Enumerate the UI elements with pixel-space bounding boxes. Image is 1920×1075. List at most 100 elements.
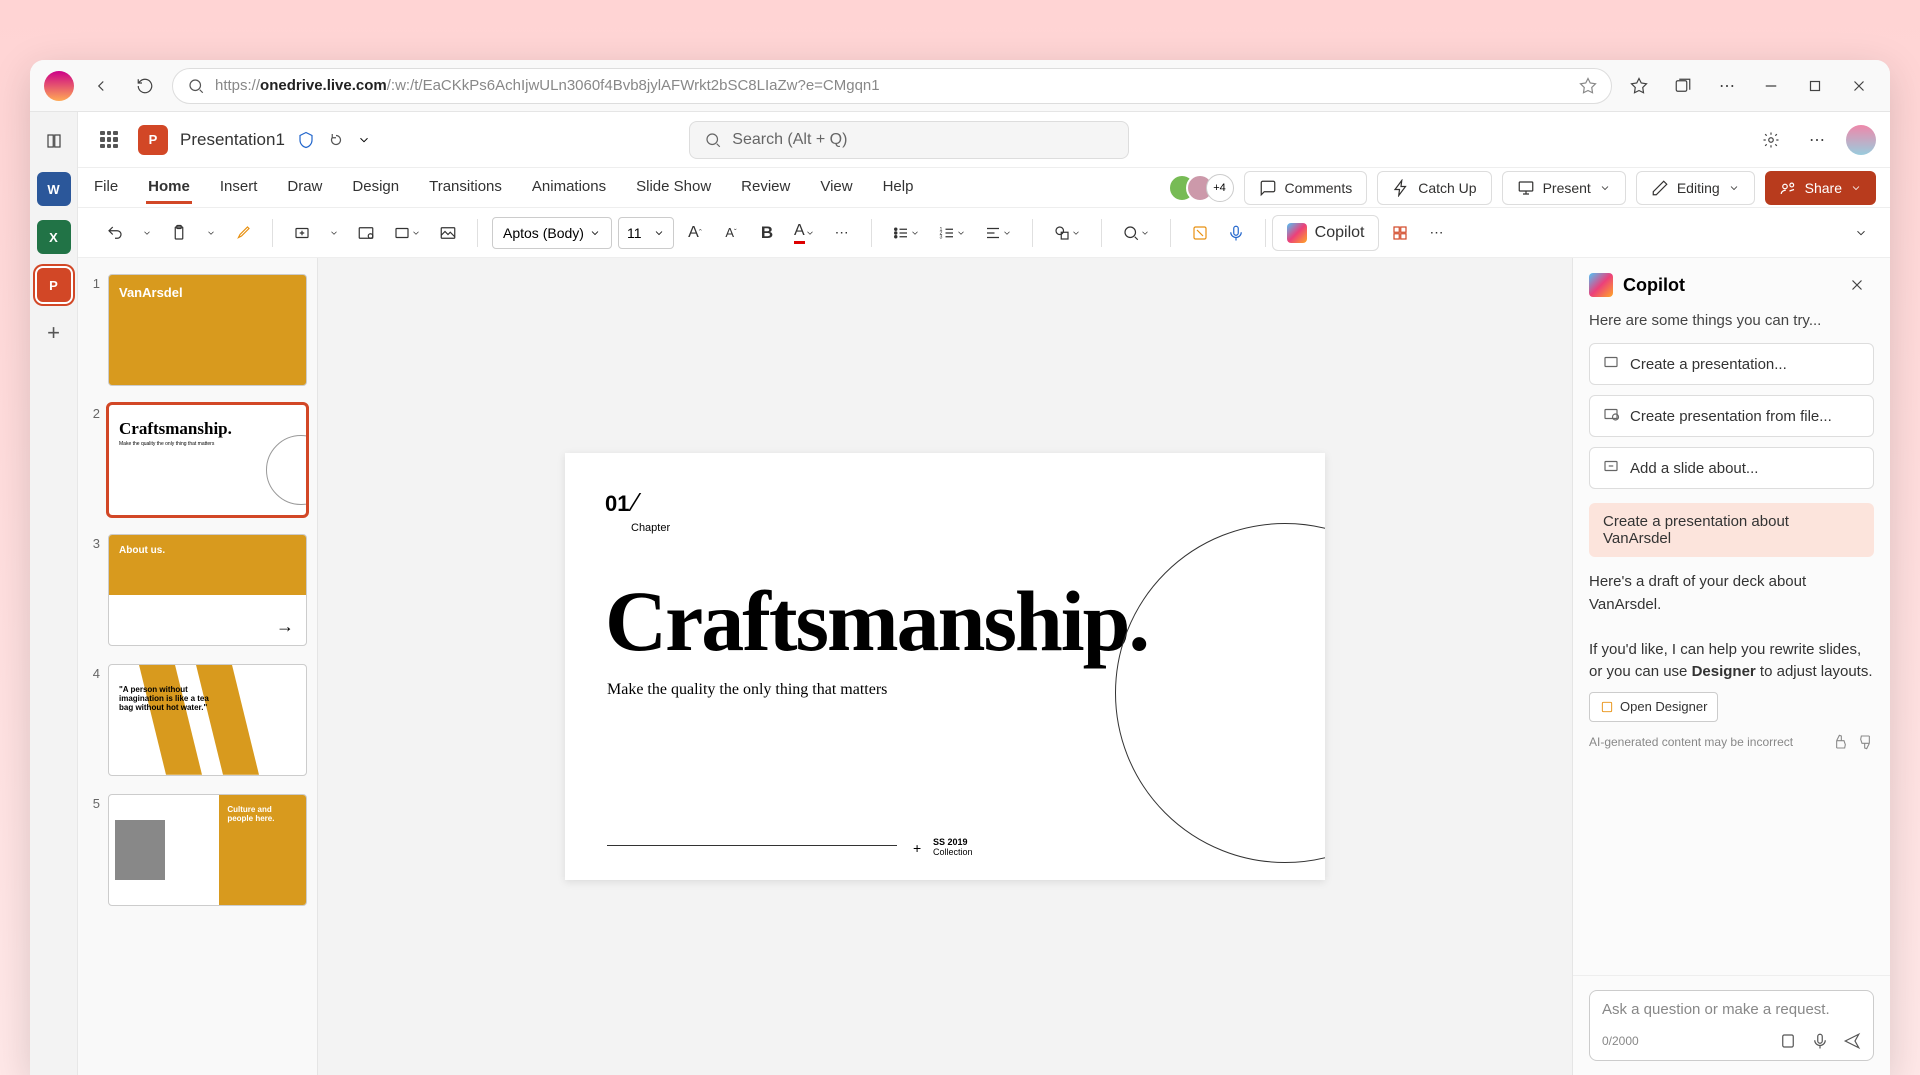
excel-app-icon[interactable]: X: [37, 220, 71, 254]
send-icon[interactable]: [1843, 1032, 1861, 1050]
ribbon-collapse-button[interactable]: [1846, 216, 1876, 250]
chevron-down-icon[interactable]: [357, 131, 371, 149]
pencil-icon: [1651, 179, 1669, 197]
mic-icon[interactable]: [1811, 1032, 1829, 1050]
sync-icon[interactable]: [327, 131, 345, 149]
image-button[interactable]: [433, 216, 463, 250]
font-name-select[interactable]: Aptos (Body): [492, 217, 612, 249]
slide-thumbnail[interactable]: About us.→: [108, 534, 307, 646]
settings-icon[interactable]: [1754, 123, 1788, 157]
minimize-button[interactable]: [1754, 69, 1788, 103]
search-input[interactable]: Search (Alt + Q): [689, 121, 1129, 159]
share-icon: [1779, 179, 1797, 197]
svg-text:3: 3: [939, 234, 942, 240]
collections-icon[interactable]: [1666, 69, 1700, 103]
current-slide[interactable]: 01 ⁄ Chapter Craftsmanship. Make the qua…: [565, 453, 1325, 881]
address-bar[interactable]: https://onedrive.live.com/:w:/t/EaCKkPs6…: [172, 68, 1612, 104]
present-icon: [1517, 179, 1535, 197]
copilot-suggestion[interactable]: Create a presentation...: [1589, 343, 1874, 385]
tab-help[interactable]: Help: [881, 172, 916, 204]
undo-chevron[interactable]: [136, 216, 158, 250]
copilot-title: Copilot: [1623, 275, 1685, 296]
maximize-button[interactable]: [1798, 69, 1832, 103]
more-commands-button[interactable]: ⋯: [1421, 216, 1451, 250]
section-button[interactable]: [387, 216, 427, 250]
copilot-suggestion[interactable]: Add a slide about...: [1589, 447, 1874, 489]
powerpoint-app-icon[interactable]: P: [37, 268, 71, 302]
tab-design[interactable]: Design: [350, 172, 401, 204]
footer-year: SS 2019: [933, 837, 973, 848]
user-avatar[interactable]: [1846, 125, 1876, 155]
editing-button[interactable]: Editing: [1636, 171, 1755, 205]
tab-animations[interactable]: Animations: [530, 172, 608, 204]
slide-thumbnail[interactable]: Craftsmanship.Make the quality the only …: [108, 404, 307, 516]
close-button[interactable]: [1842, 69, 1876, 103]
undo-button[interactable]: [100, 216, 130, 250]
comments-button[interactable]: Comments: [1244, 171, 1368, 205]
favorites-icon[interactable]: [1622, 69, 1656, 103]
bullets-button[interactable]: [886, 216, 926, 250]
shapes-button[interactable]: [1047, 216, 1087, 250]
copilot-button[interactable]: Copilot: [1272, 215, 1380, 251]
format-painter-button[interactable]: [228, 216, 258, 250]
catchup-button[interactable]: Catch Up: [1377, 171, 1491, 205]
tab-review[interactable]: Review: [739, 172, 792, 204]
sidebar-toggle-icon[interactable]: [37, 124, 71, 158]
thumbs-up-icon[interactable]: [1832, 733, 1848, 751]
open-designer-chip[interactable]: Open Designer: [1589, 692, 1718, 722]
tab-transitions[interactable]: Transitions: [427, 172, 504, 204]
new-slide-chevron[interactable]: [323, 216, 345, 250]
font-color-button[interactable]: A: [788, 216, 821, 250]
tab-file[interactable]: File: [92, 172, 120, 204]
tab-slide-show[interactable]: Slide Show: [634, 172, 713, 204]
numbering-button[interactable]: 123: [932, 216, 972, 250]
designer-button[interactable]: [1185, 216, 1215, 250]
bold-button[interactable]: B: [752, 216, 782, 250]
app-launcher-icon[interactable]: [92, 123, 126, 157]
presence-avatars[interactable]: +4: [1168, 174, 1234, 202]
document-title[interactable]: Presentation1: [180, 130, 285, 150]
refresh-button[interactable]: [128, 69, 162, 103]
layout-button[interactable]: [351, 216, 381, 250]
add-app-icon[interactable]: +: [37, 316, 71, 350]
tab-view[interactable]: View: [818, 172, 854, 204]
slide-thumbnail[interactable]: Culture and people here.: [108, 794, 307, 906]
copilot-input[interactable]: Ask a question or make a request. 0/2000: [1589, 990, 1874, 1061]
word-app-icon[interactable]: W: [37, 172, 71, 206]
find-button[interactable]: [1116, 216, 1156, 250]
new-slide-button[interactable]: [287, 216, 317, 250]
more-font-button[interactable]: ⋯: [827, 216, 857, 250]
slide-subtitle: Make the quality the only thing that mat…: [607, 681, 887, 699]
profile-avatar[interactable]: [44, 71, 74, 101]
star-icon[interactable]: [1579, 77, 1597, 95]
shrink-font-button[interactable]: Aˇ: [716, 216, 746, 250]
overflow-icon[interactable]: ⋯: [1800, 123, 1834, 157]
tab-draw[interactable]: Draw: [285, 172, 324, 204]
slide-thumbnail-panel: 1VanArsdel2Craftsmanship.Make the qualit…: [78, 258, 318, 1075]
slide-thumbnail[interactable]: VanArsdel: [108, 274, 307, 386]
font-size-select[interactable]: 11: [618, 217, 674, 249]
grid-view-button[interactable]: [1385, 216, 1415, 250]
tab-home[interactable]: Home: [146, 172, 192, 204]
copilot-suggestion[interactable]: Create presentation from file...: [1589, 395, 1874, 437]
attachment-icon[interactable]: [1779, 1032, 1797, 1050]
close-icon[interactable]: [1840, 268, 1874, 302]
dictate-button[interactable]: [1221, 216, 1251, 250]
align-button[interactable]: [978, 216, 1018, 250]
bolt-icon: [1392, 179, 1410, 197]
paste-chevron[interactable]: [200, 216, 222, 250]
divider-line: [607, 845, 897, 846]
back-button[interactable]: [84, 69, 118, 103]
slide-thumbnail[interactable]: "A person without imagination is like a …: [108, 664, 307, 776]
thumbs-down-icon[interactable]: [1858, 733, 1874, 751]
app-rail: W X P +: [30, 112, 78, 1075]
share-button[interactable]: Share: [1765, 171, 1876, 205]
tab-insert[interactable]: Insert: [218, 172, 260, 204]
sensitivity-icon[interactable]: [297, 131, 315, 149]
present-button[interactable]: Present: [1502, 171, 1626, 205]
designer-icon: [1600, 698, 1614, 716]
slide-number: 3: [88, 534, 100, 646]
grow-font-button[interactable]: Aˆ: [680, 216, 710, 250]
paste-button[interactable]: [164, 216, 194, 250]
more-icon[interactable]: ⋯: [1710, 69, 1744, 103]
